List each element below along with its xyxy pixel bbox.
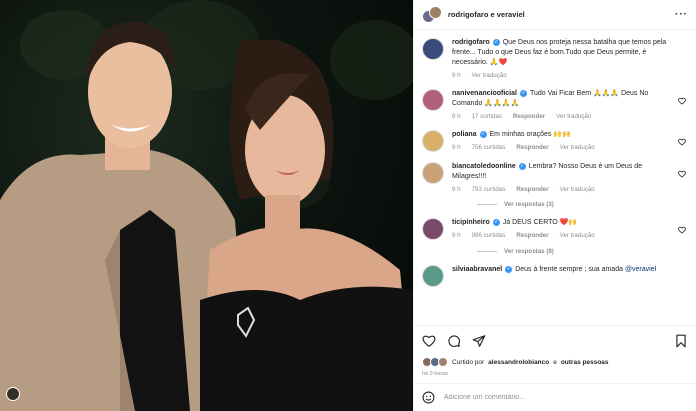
action-bar	[414, 325, 696, 355]
comment-likes[interactable]: 17 curtidas	[472, 113, 502, 120]
heart-icon[interactable]	[678, 97, 686, 105]
comment-time[interactable]: 9 h	[452, 113, 461, 120]
view-replies-button[interactable]: Ver respostas (8)	[477, 248, 688, 255]
comment-icon[interactable]	[447, 334, 461, 348]
reply-button[interactable]: Responder	[516, 232, 548, 239]
see-translation-link[interactable]: Ver tradução	[472, 72, 507, 79]
caption: rodrigofaro ✓ Que Deus nos proteja nessa b…	[422, 38, 688, 79]
avatar[interactable]	[422, 130, 444, 152]
reply-button[interactable]: Responder	[516, 186, 548, 193]
comment: nanivenanciooficial ✓ Tudo Vai Ficar Bem 🙏…	[422, 89, 688, 120]
verified-icon: ✓	[505, 265, 513, 273]
liked-by: Curtido por alessandrolobianco e outras …	[414, 355, 696, 369]
verified-icon: ✓	[492, 218, 500, 226]
caption-time[interactable]: 9 h	[452, 72, 461, 79]
bookmark-icon[interactable]	[674, 334, 688, 348]
instagram-post-modal: rodrigofaro e veraviel ··· rodrigofaro ✓ Q…	[0, 0, 696, 411]
caption-username[interactable]: rodrigofaro	[452, 39, 490, 46]
see-translation-link[interactable]: Ver tradução	[556, 113, 591, 120]
heart-icon[interactable]	[422, 334, 436, 348]
see-translation-link[interactable]: Ver tradução	[560, 144, 595, 151]
comment: poliana ✓ Em minhas orações 🙌🙌 9 h 756 curt…	[422, 130, 688, 152]
comment-text: Em minhas orações 🙌🙌	[489, 131, 571, 138]
comment-time[interactable]: 9 h	[452, 186, 461, 193]
comments-list: rodrigofaro ✓ Que Deus nos proteja nessa b…	[414, 30, 696, 325]
view-replies-button[interactable]: Ver respostas (3)	[477, 201, 688, 208]
liked-by-joiner: e	[553, 358, 557, 366]
comment-username[interactable]: nanivenanciooficial	[452, 90, 517, 97]
heart-icon[interactable]	[678, 170, 686, 178]
see-translation-link[interactable]: Ver tradução	[560, 232, 595, 239]
verified-icon: ✓	[492, 38, 500, 46]
comment-username[interactable]: biancatoledoonline	[452, 163, 516, 170]
woman-figure	[200, 40, 413, 411]
heart-icon[interactable]	[678, 226, 686, 234]
post-photo[interactable]	[0, 0, 413, 411]
comment-time[interactable]: 9 h	[452, 144, 461, 151]
comment-likes[interactable]: 756 curtidas	[472, 144, 506, 151]
mention-link[interactable]: @veraviel	[625, 266, 656, 273]
comment-username[interactable]: ticipinheiro	[452, 219, 490, 226]
verified-icon: ✓	[519, 89, 527, 97]
heart-icon[interactable]	[678, 138, 686, 146]
liked-by-user[interactable]: alessandrolobianco	[488, 359, 549, 366]
comments-panel: rodrigofaro e veraviel ··· rodrigofaro ✓ Q…	[413, 0, 696, 411]
post-header: rodrigofaro e veraviel ···	[414, 0, 696, 30]
avatar[interactable]	[422, 89, 444, 111]
emoji-icon[interactable]	[422, 391, 435, 404]
view-replies-label[interactable]: Ver respostas (8)	[504, 248, 554, 255]
avatar[interactable]	[422, 38, 444, 60]
user-tag-icon[interactable]	[6, 387, 20, 401]
comment: biancatoledoonline ✓ Lembra? Nosso Deus é …	[422, 162, 688, 193]
comment: ticipinheiro ✓ Já DEUS CERTO ❤️🙌 9 h 986 cu…	[422, 218, 688, 240]
see-translation-link[interactable]: Ver tradução	[560, 186, 595, 193]
verified-icon: ✓	[479, 130, 487, 138]
comment-text: Deus à frente sempre ; sua amada	[515, 266, 623, 273]
comment-input[interactable]	[444, 394, 688, 401]
comment-username[interactable]: silviaabravanel	[452, 266, 502, 273]
add-comment-bar	[414, 383, 696, 411]
comment-text: Já DEUS CERTO ❤️🙌	[502, 219, 578, 226]
liked-by-prefix: Curtido por	[452, 358, 485, 366]
comment-username[interactable]: poliana	[452, 131, 477, 138]
view-replies-label[interactable]: Ver respostas (3)	[504, 201, 554, 208]
authors-avatar[interactable]	[422, 5, 442, 24]
liked-by-others[interactable]: outras pessoas	[561, 359, 609, 366]
reply-button[interactable]: Responder	[513, 113, 545, 120]
comment-time[interactable]: 9 h	[452, 232, 461, 239]
post-time[interactable]: há 9 horas	[414, 369, 696, 383]
share-icon[interactable]	[472, 334, 486, 348]
comment-likes[interactable]: 986 curtidas	[472, 232, 506, 239]
more-icon[interactable]: ···	[675, 9, 688, 20]
avatar[interactable]	[422, 218, 444, 240]
comment: silviaabravanel ✓ Deus à frente sempre ; s…	[422, 265, 688, 287]
avatar[interactable]	[422, 162, 444, 184]
liker-avatars[interactable]	[422, 357, 448, 367]
post-authors[interactable]: rodrigofaro e veraviel	[448, 10, 669, 19]
comment-likes[interactable]: 793 curtidas	[472, 186, 506, 193]
verified-icon: ✓	[518, 162, 526, 170]
reply-button[interactable]: Responder	[516, 144, 548, 151]
avatar[interactable]	[422, 265, 444, 287]
